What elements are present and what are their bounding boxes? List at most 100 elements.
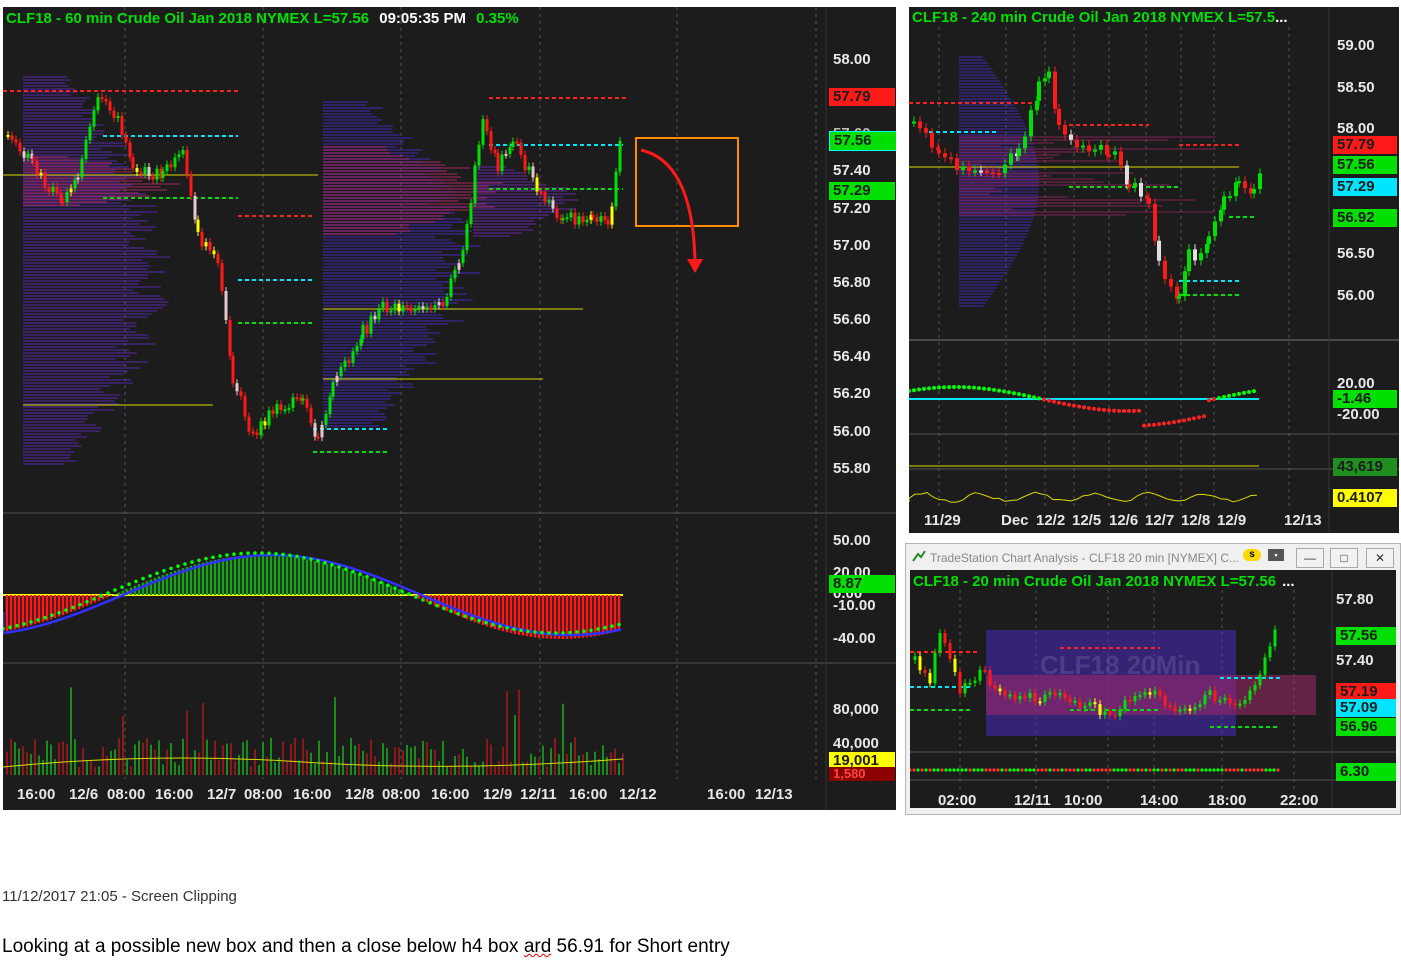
osc-dot xyxy=(997,388,1001,393)
candle-body xyxy=(1037,81,1041,101)
osc-dot xyxy=(1177,419,1181,424)
symbol-link-icon[interactable]: s xyxy=(1243,549,1261,561)
candle-body xyxy=(912,121,916,124)
close-button[interactable]: ✕ xyxy=(1366,548,1394,568)
candle-body xyxy=(1075,139,1079,148)
candle-body xyxy=(519,142,523,155)
osc-dot xyxy=(1264,768,1268,772)
osc-dot xyxy=(1212,768,1216,772)
m20-window-titlebar[interactable]: TradeStation Chart Analysis - CLF18 20 m… xyxy=(906,544,1400,570)
price-axis-label: 56.20 xyxy=(833,385,871,402)
osc-dot xyxy=(533,630,537,634)
candle-body xyxy=(43,173,47,188)
osc-dot xyxy=(1004,768,1008,772)
main-chart-canvas[interactable] xyxy=(3,7,896,810)
h4-chart-panel[interactable]: CLF18 - 240 min Crude Oil Jan 2018 NYMEX… xyxy=(909,7,1399,533)
osc-dot xyxy=(1240,768,1244,772)
candle-body xyxy=(997,172,1001,175)
candle-body xyxy=(185,150,189,175)
candle-body xyxy=(143,167,147,175)
candle-body xyxy=(335,376,339,383)
osc-dot xyxy=(43,615,47,620)
osc-dot xyxy=(1202,414,1206,419)
h4-extra-badge: 0.4107 xyxy=(1333,489,1397,507)
osc-dot xyxy=(1182,418,1186,423)
osc-dot xyxy=(1092,406,1096,411)
candle-body xyxy=(1243,699,1247,704)
m20-chart-canvas[interactable] xyxy=(910,570,1396,808)
main-chart-panel[interactable]: CLF18 - 60 min Crude Oil Jan 2018 NYMEX … xyxy=(3,7,896,810)
osc-dot xyxy=(288,553,292,558)
osc-dot xyxy=(92,597,96,601)
candle-body xyxy=(1205,244,1209,253)
m20-price-badge: 57.56 xyxy=(1336,627,1396,645)
osc-dot xyxy=(1084,768,1088,772)
osc-dot xyxy=(1224,768,1228,772)
osc-dot xyxy=(1104,768,1108,772)
osc-dot xyxy=(1024,768,1028,772)
h4-osc-badge: -1.46 xyxy=(1333,390,1397,408)
osc-dot xyxy=(1120,768,1124,772)
candle-body xyxy=(291,397,295,408)
candle-body xyxy=(918,656,922,671)
candle-body xyxy=(235,383,239,392)
candle-body xyxy=(1237,181,1241,184)
candle-body xyxy=(377,307,381,320)
maximize-button[interactable]: □ xyxy=(1330,548,1358,568)
osc-dot xyxy=(484,620,488,625)
osc-dot xyxy=(218,554,222,558)
candle-body xyxy=(1133,696,1137,702)
candle-body xyxy=(1183,708,1187,711)
candle-body xyxy=(320,424,324,438)
osc-dot xyxy=(141,576,145,581)
m20-time-axis-label: 22:00 xyxy=(1280,792,1319,808)
osc-dot xyxy=(526,629,530,634)
candle-body xyxy=(1228,697,1232,704)
osc-dot xyxy=(912,768,916,772)
candle-body xyxy=(1043,78,1047,82)
osc-dot xyxy=(940,768,944,772)
osc-dot xyxy=(554,631,558,635)
candle-body xyxy=(1053,71,1057,109)
minimize-button[interactable]: — xyxy=(1296,548,1324,568)
osc-dot xyxy=(1220,768,1224,772)
candle-body xyxy=(449,278,453,297)
osc-dot xyxy=(976,768,980,772)
candle-body xyxy=(47,187,51,192)
price-axis-label: 57.00 xyxy=(833,237,871,254)
candle-body xyxy=(31,158,35,162)
h4-price-badge: 57.29 xyxy=(1333,178,1397,196)
m20-chart-panel[interactable]: CLF18 20Min CLF18 - 20 min Crude Oil Jan… xyxy=(910,570,1396,808)
candle-body xyxy=(531,166,535,178)
osc-dot xyxy=(1047,398,1051,403)
osc-dot xyxy=(568,630,572,635)
main-chart-title-time: 09:05:35 PM xyxy=(379,10,466,27)
candle-body xyxy=(1273,629,1277,647)
candle-body xyxy=(1009,153,1013,165)
osc-dot xyxy=(1007,390,1011,395)
candle-body xyxy=(263,421,267,426)
osc-dot xyxy=(260,551,264,555)
osc-dot xyxy=(589,628,593,633)
osc-dot xyxy=(197,558,201,563)
osc-dot xyxy=(1080,768,1084,772)
osc-dot xyxy=(575,630,579,634)
osc-dot xyxy=(937,385,941,390)
candle-body xyxy=(216,254,220,264)
h4-chart-canvas[interactable] xyxy=(909,7,1399,533)
candle-body xyxy=(585,219,589,223)
osc-dot xyxy=(1172,768,1176,772)
candle-body xyxy=(433,305,437,309)
chart-menu-icon[interactable]: ▪ xyxy=(1268,549,1284,561)
candle-body xyxy=(1148,692,1152,695)
main-chart-title-symbol: CLF18 - 60 min Crude Oil Jan 2018 NYMEX … xyxy=(6,10,370,27)
m20-window[interactable]: TradeStation Chart Analysis - CLF18 20 m… xyxy=(905,543,1401,815)
candle-body xyxy=(998,688,1002,692)
h4-time-axis-label: 12/13 xyxy=(1284,512,1322,529)
candle-body xyxy=(1058,693,1062,696)
h4-volume-badge: 43,619 xyxy=(1333,458,1397,476)
candle-body xyxy=(473,165,477,204)
candle-body xyxy=(1105,144,1109,155)
osc-dot xyxy=(407,592,411,596)
osc-dot xyxy=(400,589,404,593)
